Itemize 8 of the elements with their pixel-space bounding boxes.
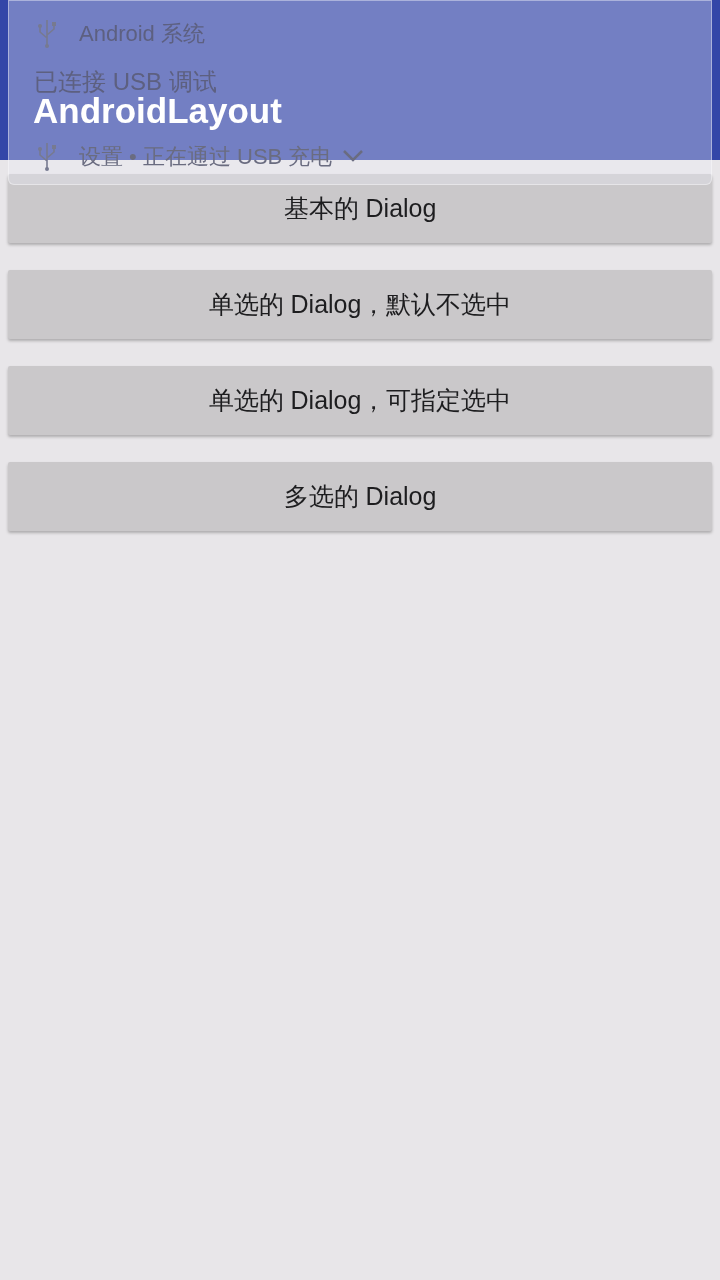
usb-icon <box>37 18 57 48</box>
dialog-button[interactable]: 单选的 Dialog，可指定选中 <box>8 366 712 435</box>
notification-app-name: Android 系统 <box>79 19 205 48</box>
chevron-down-icon <box>342 149 365 163</box>
usb-icon <box>37 141 57 171</box>
dialog-button[interactable]: 单选的 Dialog，默认不选中 <box>8 270 712 339</box>
dialog-button[interactable]: 多选的 Dialog <box>8 462 712 531</box>
dialog-button[interactable]: 基本的 Dialog <box>8 174 712 243</box>
